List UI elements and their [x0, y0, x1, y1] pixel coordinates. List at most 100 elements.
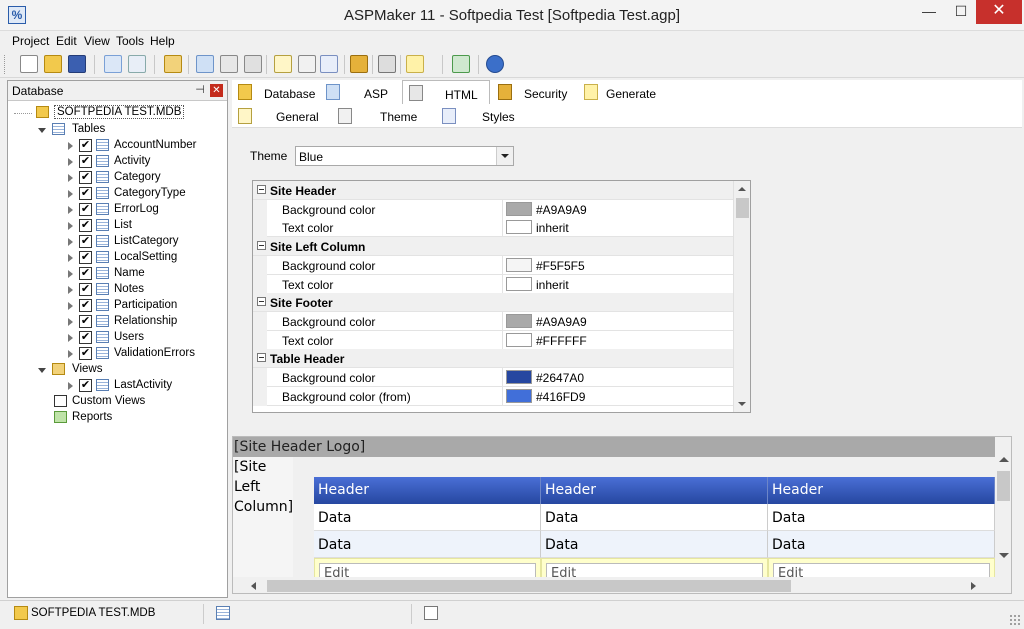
- tree-item-table[interactable]: ✔ Notes: [10, 282, 210, 298]
- chevron-down-icon[interactable]: [496, 147, 513, 165]
- table-checkbox[interactable]: ✔: [79, 203, 92, 216]
- table-checkbox[interactable]: ✔: [79, 251, 92, 264]
- pin-icon[interactable]: ⊣: [194, 84, 206, 96]
- expand-icon[interactable]: [68, 206, 73, 214]
- database-icon[interactable]: [164, 55, 182, 73]
- html-settings-icon[interactable]: [220, 55, 238, 73]
- table-label[interactable]: Category: [114, 171, 161, 183]
- tree-item-table[interactable]: ✔ Category: [10, 170, 210, 186]
- properties-icon[interactable]: [128, 55, 146, 73]
- table-checkbox[interactable]: ✔: [79, 187, 92, 200]
- menu-help[interactable]: Help: [150, 34, 175, 48]
- property-value[interactable]: #F5F5F5: [536, 259, 585, 273]
- scroll-left-icon[interactable]: [251, 582, 256, 590]
- expand-icon[interactable]: [68, 174, 73, 182]
- menu-project[interactable]: Project: [12, 34, 49, 48]
- tree-item-table[interactable]: ✔ ValidationErrors: [10, 346, 210, 362]
- tree-item-table[interactable]: ✔ List: [10, 218, 210, 234]
- color-swatch[interactable]: [506, 370, 532, 384]
- expand-icon[interactable]: [68, 302, 73, 310]
- asp-settings-icon[interactable]: [196, 55, 214, 73]
- tree-root-label[interactable]: SOFTPEDIA TEST.MDB: [54, 105, 185, 119]
- tree-item-table[interactable]: ✔ AccountNumber: [10, 138, 210, 154]
- scrollbar-thumb[interactable]: [736, 198, 749, 218]
- color-swatch[interactable]: [506, 257, 532, 272]
- tree-node-views[interactable]: Views: [10, 362, 210, 378]
- tree-item-table[interactable]: ✔ ListCategory: [10, 234, 210, 250]
- scroll-down-icon[interactable]: [999, 553, 1009, 558]
- property-row[interactable]: Text color inherit: [253, 218, 733, 238]
- property-value[interactable]: inherit: [536, 221, 569, 235]
- color-swatch[interactable]: [506, 276, 532, 291]
- table-label[interactable]: Participation: [114, 299, 177, 311]
- expand-icon[interactable]: [68, 142, 73, 150]
- menu-tools[interactable]: Tools: [116, 34, 144, 48]
- property-category[interactable]: Site Footer: [253, 293, 733, 313]
- tree-item-table[interactable]: ✔ Relationship: [10, 314, 210, 330]
- property-row[interactable]: Background color (from) #416FD9: [253, 386, 733, 406]
- tab-generate[interactable]: Generate: [578, 80, 664, 104]
- scroll-right-icon[interactable]: [971, 582, 976, 590]
- tree-root[interactable]: SOFTPEDIA TEST.MDB: [10, 105, 210, 121]
- print-icon[interactable]: [378, 55, 396, 73]
- scrollbar-thumb[interactable]: [267, 580, 791, 592]
- table-checkbox[interactable]: ✔: [79, 315, 92, 328]
- tab-database[interactable]: Database: [232, 80, 318, 104]
- close-window-button[interactable]: ✕: [976, 0, 1022, 24]
- open-folder-icon[interactable]: [44, 55, 62, 73]
- lock-icon[interactable]: [350, 55, 368, 73]
- property-value[interactable]: #A9A9A9: [536, 315, 587, 329]
- property-grid-scrollbar[interactable]: [733, 181, 750, 412]
- view-label[interactable]: LastActivity: [114, 379, 172, 391]
- table-checkbox[interactable]: ✔: [79, 139, 92, 152]
- table-checkbox[interactable]: ✔: [79, 299, 92, 312]
- scrollbar-thumb[interactable]: [997, 471, 1010, 501]
- table-label[interactable]: Users: [114, 331, 144, 343]
- color-swatch[interactable]: [506, 388, 532, 403]
- tab-theme[interactable]: Theme: [332, 104, 432, 128]
- property-value[interactable]: inherit: [536, 278, 569, 292]
- expand-icon[interactable]: [68, 254, 73, 262]
- generate-lightning-icon[interactable]: [406, 55, 424, 73]
- scroll-down-icon[interactable]: [738, 402, 746, 406]
- expand-icon[interactable]: [68, 334, 73, 342]
- table-label[interactable]: ListCategory: [114, 235, 179, 247]
- table-label[interactable]: CategoryType: [114, 187, 186, 199]
- tab-security[interactable]: Security: [492, 80, 576, 104]
- table-label[interactable]: List: [114, 219, 132, 231]
- table-label[interactable]: AccountNumber: [114, 139, 196, 151]
- reports-label[interactable]: Reports: [72, 411, 112, 423]
- property-row[interactable]: Background color #A9A9A9: [253, 311, 733, 331]
- expand-icon[interactable]: [68, 238, 73, 246]
- tree-item-table[interactable]: ✔ Participation: [10, 298, 210, 314]
- collapse-icon[interactable]: [257, 297, 266, 307]
- table-label[interactable]: Name: [114, 267, 145, 279]
- expand-icon[interactable]: [68, 286, 73, 294]
- close-panel-icon[interactable]: ✕: [210, 84, 223, 97]
- color-swatch[interactable]: [506, 332, 532, 347]
- property-value[interactable]: #2647A0: [536, 371, 584, 385]
- tree-node-custom-views[interactable]: Custom Views: [10, 394, 210, 410]
- expand-icon[interactable]: [68, 222, 73, 230]
- tree-item-table[interactable]: ✔ LocalSetting: [10, 250, 210, 266]
- resize-grip-icon[interactable]: [1009, 614, 1021, 626]
- tab-asp[interactable]: ASP: [320, 80, 400, 104]
- color-swatch[interactable]: [506, 220, 532, 235]
- expand-icon[interactable]: [68, 270, 73, 278]
- table-checkbox[interactable]: ✔: [79, 171, 92, 184]
- preview-vertical-scrollbar[interactable]: [995, 437, 1011, 577]
- collapse-icon[interactable]: [257, 353, 266, 363]
- property-row[interactable]: Background color #F5F5F5: [253, 255, 733, 275]
- general-icon[interactable]: [274, 55, 292, 73]
- scroll-up-icon[interactable]: [999, 457, 1009, 462]
- refresh-icon[interactable]: [452, 55, 470, 73]
- new-file-icon[interactable]: [20, 55, 38, 73]
- table-label[interactable]: LocalSetting: [114, 251, 177, 263]
- property-row[interactable]: Background color #2647A0: [253, 368, 733, 387]
- collapse-icon[interactable]: [257, 241, 266, 251]
- tree-item-table[interactable]: ✔ ErrorLog: [10, 202, 210, 218]
- theme-dropdown[interactable]: Blue: [295, 146, 514, 166]
- property-value[interactable]: #416FD9: [536, 390, 585, 404]
- table-checkbox[interactable]: ✔: [79, 235, 92, 248]
- color-swatch[interactable]: [506, 201, 532, 216]
